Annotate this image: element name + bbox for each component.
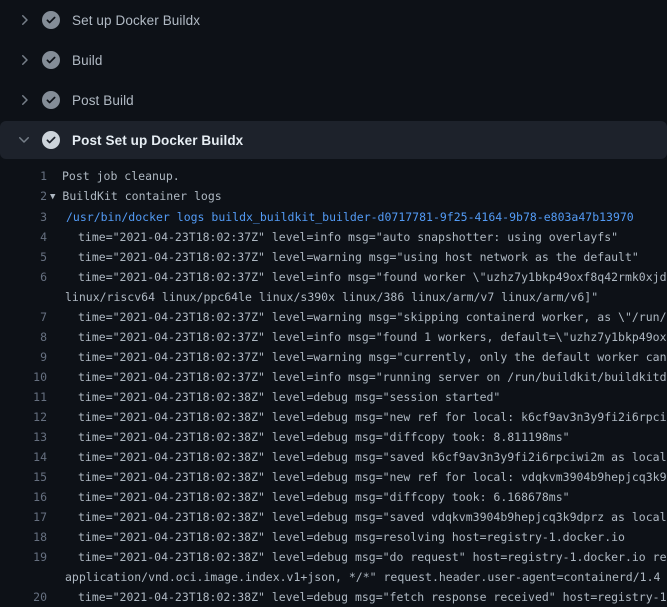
line-number[interactable]: 8 bbox=[0, 327, 47, 347]
line-number bbox=[0, 567, 47, 587]
line-number[interactable]: 16 bbox=[0, 487, 47, 507]
log-line: 4time="2021-04-23T18:02:37Z" level=info … bbox=[0, 227, 667, 247]
log-text: time="2021-04-23T18:02:37Z" level=info m… bbox=[47, 367, 667, 387]
log-text: time="2021-04-23T18:02:37Z" level=info m… bbox=[47, 327, 667, 347]
log-text: application/vnd.oci.image.index.v1+json,… bbox=[47, 567, 660, 587]
log-text: linux/riscv64 linux/ppc64le linux/s390x … bbox=[47, 287, 598, 307]
log-text: time="2021-04-23T18:02:38Z" level=debug … bbox=[47, 527, 625, 547]
check-circle-icon bbox=[42, 11, 60, 29]
log-line: 6time="2021-04-23T18:02:37Z" level=info … bbox=[0, 267, 667, 287]
step-label: Set up Docker Buildx bbox=[72, 13, 200, 28]
log-text: time="2021-04-23T18:02:37Z" level=info m… bbox=[47, 267, 667, 287]
log-line: 9time="2021-04-23T18:02:37Z" level=warni… bbox=[0, 347, 667, 367]
line-number[interactable]: 17 bbox=[0, 507, 47, 527]
line-number[interactable]: 14 bbox=[0, 447, 47, 467]
step-label: Build bbox=[72, 53, 103, 68]
line-number[interactable]: 6 bbox=[0, 267, 47, 287]
log-line: 20time="2021-04-23T18:02:38Z" level=debu… bbox=[0, 587, 667, 607]
log-line: 15time="2021-04-23T18:02:38Z" level=debu… bbox=[0, 467, 667, 487]
log-line: 5time="2021-04-23T18:02:37Z" level=warni… bbox=[0, 247, 667, 267]
log-line: 16time="2021-04-23T18:02:38Z" level=debu… bbox=[0, 487, 667, 507]
chevron-right-icon bbox=[16, 92, 32, 108]
step-label: Post Set up Docker Buildx bbox=[72, 133, 243, 148]
line-number[interactable]: 11 bbox=[0, 387, 47, 407]
log-text: time="2021-04-23T18:02:38Z" level=debug … bbox=[47, 387, 500, 407]
line-number[interactable]: 10 bbox=[0, 367, 47, 387]
log-line: 1Post job cleanup. bbox=[0, 166, 667, 186]
chevron-right-icon bbox=[16, 52, 32, 68]
log-line: 8time="2021-04-23T18:02:37Z" level=info … bbox=[0, 327, 667, 347]
triangle-down-icon: ▼ bbox=[50, 192, 55, 202]
line-number[interactable]: 12 bbox=[0, 407, 47, 427]
command-text: /usr/bin/docker logs buildx_buildkit_bui… bbox=[47, 207, 634, 227]
log-line: 18time="2021-04-23T18:02:38Z" level=debu… bbox=[0, 527, 667, 547]
log-line: application/vnd.oci.image.index.v1+json,… bbox=[0, 567, 667, 587]
line-number[interactable]: 19 bbox=[0, 547, 47, 567]
step-header-set-up-docker-buildx[interactable]: Set up Docker Buildx bbox=[0, 0, 667, 40]
line-number[interactable]: 3 bbox=[0, 207, 47, 227]
log-text: time="2021-04-23T18:02:37Z" level=info m… bbox=[47, 227, 618, 247]
log-text: time="2021-04-23T18:02:38Z" level=debug … bbox=[47, 407, 667, 427]
line-number[interactable]: 15 bbox=[0, 467, 47, 487]
log-text: time="2021-04-23T18:02:37Z" level=warnin… bbox=[47, 307, 667, 327]
line-number[interactable]: 13 bbox=[0, 427, 47, 447]
line-number bbox=[0, 287, 47, 307]
chevron-right-icon bbox=[16, 12, 32, 28]
log-text: time="2021-04-23T18:02:38Z" level=debug … bbox=[47, 467, 667, 487]
log-line: 7time="2021-04-23T18:02:37Z" level=warni… bbox=[0, 307, 667, 327]
line-number[interactable]: 5 bbox=[0, 247, 47, 267]
log-text: time="2021-04-23T18:02:38Z" level=debug … bbox=[47, 487, 570, 507]
log-text: ▼ BuildKit container logs bbox=[47, 186, 222, 207]
log-text: time="2021-04-23T18:02:37Z" level=warnin… bbox=[47, 247, 639, 267]
log-line: linux/riscv64 linux/ppc64le linux/s390x … bbox=[0, 287, 667, 307]
step-header-build[interactable]: Build bbox=[0, 40, 667, 80]
log-line: 12time="2021-04-23T18:02:38Z" level=debu… bbox=[0, 407, 667, 427]
log-text: Post job cleanup. bbox=[47, 166, 180, 186]
log-line: 13time="2021-04-23T18:02:38Z" level=debu… bbox=[0, 427, 667, 447]
line-number[interactable]: 2 bbox=[0, 186, 47, 207]
step-header-post-set-up-docker-buildx[interactable]: Post Set up Docker Buildx bbox=[0, 121, 667, 159]
log-line: 11time="2021-04-23T18:02:38Z" level=debu… bbox=[0, 387, 667, 407]
log-viewer: 1Post job cleanup.2▼ BuildKit container l… bbox=[0, 159, 667, 607]
log-line: 3/usr/bin/docker logs buildx_buildkit_bu… bbox=[0, 207, 667, 227]
line-number[interactable]: 4 bbox=[0, 227, 47, 247]
log-line: 19time="2021-04-23T18:02:38Z" level=debu… bbox=[0, 547, 667, 567]
check-circle-icon bbox=[42, 91, 60, 109]
chevron-down-icon bbox=[16, 132, 32, 148]
check-circle-icon bbox=[42, 131, 60, 149]
log-text: time="2021-04-23T18:02:38Z" level=debug … bbox=[47, 447, 667, 467]
log-line: 17time="2021-04-23T18:02:38Z" level=debu… bbox=[0, 507, 667, 527]
line-number[interactable]: 18 bbox=[0, 527, 47, 547]
log-text: time="2021-04-23T18:02:38Z" level=debug … bbox=[47, 507, 667, 527]
check-circle-icon bbox=[42, 51, 60, 69]
log-line: 14time="2021-04-23T18:02:38Z" level=debu… bbox=[0, 447, 667, 467]
line-number[interactable]: 1 bbox=[0, 166, 47, 186]
log-line: 10time="2021-04-23T18:02:37Z" level=info… bbox=[0, 367, 667, 387]
step-header-post-build[interactable]: Post Build bbox=[0, 80, 667, 120]
log-text: time="2021-04-23T18:02:38Z" level=debug … bbox=[47, 587, 667, 607]
step-label: Post Build bbox=[72, 93, 134, 108]
line-number[interactable]: 7 bbox=[0, 307, 47, 327]
steps-list: Set up Docker Buildx Build bbox=[0, 0, 667, 159]
line-number[interactable]: 9 bbox=[0, 347, 47, 367]
log-text: time="2021-04-23T18:02:38Z" level=debug … bbox=[47, 547, 667, 567]
log-group-line[interactable]: 2▼ BuildKit container logs bbox=[0, 186, 667, 207]
line-number[interactable]: 20 bbox=[0, 587, 47, 607]
log-text: time="2021-04-23T18:02:37Z" level=warnin… bbox=[47, 347, 667, 367]
log-text: time="2021-04-23T18:02:38Z" level=debug … bbox=[47, 427, 570, 447]
group-label: BuildKit container logs bbox=[62, 189, 221, 203]
